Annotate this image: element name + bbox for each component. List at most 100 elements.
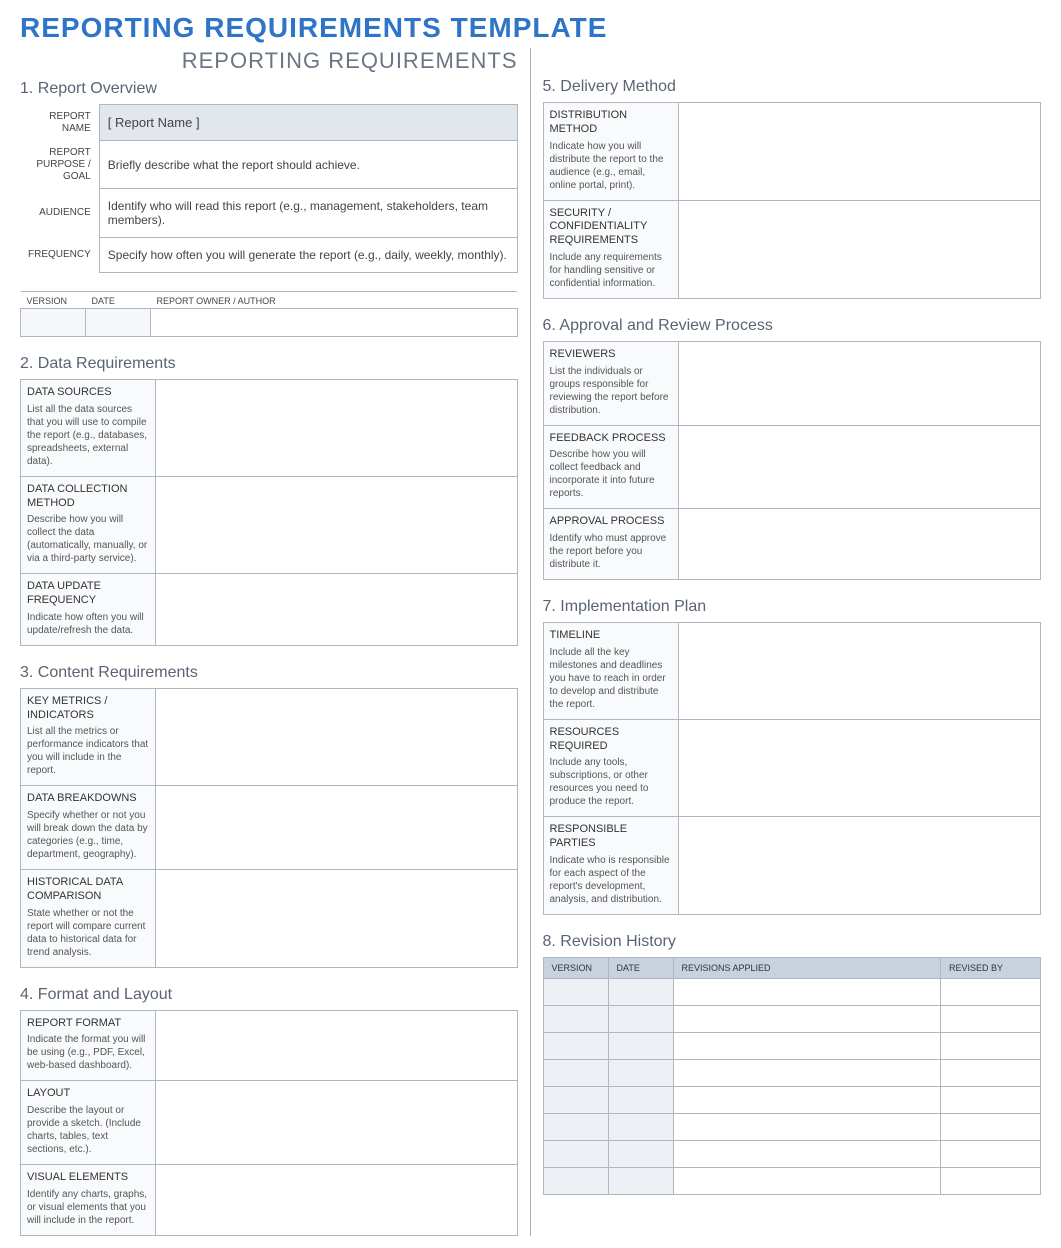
version-strip: VERSION DATE REPORT OWNER / AUTHOR (20, 291, 518, 337)
section-1-title: 1. Report Overview (20, 80, 518, 98)
rev-body (543, 978, 1041, 1194)
content-requirements-table: KEY METRICS / INDICATORSList all the met… (20, 688, 518, 968)
data-requirements-table: DATA SOURCESList all the data sources th… (20, 379, 518, 646)
rev-cell[interactable] (941, 1005, 1041, 1032)
rev-cell[interactable] (673, 1113, 941, 1140)
section-desc-cell: RESOURCES REQUIREDInclude any tools, sub… (543, 719, 678, 817)
rev-cell[interactable] (941, 1167, 1041, 1194)
version-cell[interactable] (21, 309, 86, 337)
input-cell[interactable] (156, 1010, 518, 1081)
input-cell[interactable] (678, 103, 1041, 201)
sub-heading: REPORTING REQUIREMENTS (20, 48, 518, 74)
rev-cell[interactable] (608, 978, 673, 1005)
rev-cell[interactable] (543, 1167, 608, 1194)
rev-cell[interactable] (608, 1032, 673, 1059)
field-description: Describe how you will collect feedback a… (550, 448, 672, 500)
rev-header: REVISIONS APPLIED (673, 957, 941, 978)
input-cell[interactable] (156, 1081, 518, 1165)
section-desc-cell: KEY METRICS / INDICATORSList all the met… (21, 688, 156, 786)
section-desc-cell: REVIEWERS List the individuals or groups … (543, 341, 678, 425)
overview-label: FREQUENCY (20, 238, 99, 273)
rev-cell[interactable] (941, 1086, 1041, 1113)
field-description: List the individuals or groups responsib… (550, 365, 672, 417)
input-cell[interactable] (678, 719, 1041, 817)
rev-cell[interactable] (673, 978, 941, 1005)
rev-cell[interactable] (673, 1005, 941, 1032)
rev-cell[interactable] (608, 1113, 673, 1140)
field-heading: REVIEWERS (550, 348, 672, 362)
input-cell[interactable] (156, 476, 518, 574)
section-desc-cell: REPORT FORMATIndicate the format you wil… (21, 1010, 156, 1081)
input-cell[interactable] (156, 870, 518, 968)
input-cell[interactable] (156, 688, 518, 786)
rev-cell[interactable] (941, 1140, 1041, 1167)
strip-header: DATE (86, 292, 151, 309)
rev-cell[interactable] (941, 1113, 1041, 1140)
field-description: Include all the key milestones and deadl… (550, 646, 672, 711)
rev-cell[interactable] (673, 1059, 941, 1086)
rev-cell[interactable] (543, 1032, 608, 1059)
field-heading: REPORT FORMAT (27, 1017, 149, 1031)
rev-cell[interactable] (608, 1167, 673, 1194)
rev-cell[interactable] (543, 1086, 608, 1113)
input-cell[interactable] (678, 817, 1041, 915)
date-cell[interactable] (86, 309, 151, 337)
input-cell[interactable] (678, 341, 1041, 425)
section-7-title: 7. Implementation Plan (543, 598, 1042, 616)
rev-cell[interactable] (941, 1059, 1041, 1086)
field-heading: LAYOUT (27, 1087, 149, 1101)
section-8-title: 8. Revision History (543, 933, 1042, 951)
rev-cell[interactable] (543, 1059, 608, 1086)
input-cell[interactable] (156, 786, 518, 870)
rev-cell[interactable] (608, 1140, 673, 1167)
field-description: State whether or not the report will com… (27, 907, 149, 959)
rev-cell[interactable] (608, 1086, 673, 1113)
audience-field[interactable]: Identify who will read this report (e.g.… (99, 189, 517, 238)
owner-cell[interactable] (151, 309, 518, 337)
field-heading: RESOURCES REQUIRED (550, 726, 672, 754)
frequency-field[interactable]: Specify how often you will generate the … (99, 238, 517, 273)
section-desc-cell: SECURITY / CONFIDENTIALITY REQUIREMENTSI… (543, 200, 678, 298)
input-cell[interactable] (678, 509, 1041, 580)
field-description: Include any requirements for handling se… (550, 251, 672, 290)
rev-cell[interactable] (941, 1032, 1041, 1059)
input-cell[interactable] (156, 1165, 518, 1236)
rev-header: DATE (608, 957, 673, 978)
input-cell[interactable] (678, 425, 1041, 509)
approval-review-table: REVIEWERS List the individuals or groups … (543, 341, 1042, 580)
input-cell[interactable] (156, 380, 518, 477)
input-cell[interactable] (156, 574, 518, 646)
section-desc-cell: LAYOUTDescribe the layout or provide a s… (21, 1081, 156, 1165)
report-name-field[interactable]: [ Report Name ] (99, 105, 517, 141)
field-description: Indicate how often you will update/refre… (27, 611, 149, 637)
section-desc-cell: DATA UPDATE FREQUENCYIndicate how often … (21, 574, 156, 646)
rev-cell[interactable] (608, 1059, 673, 1086)
input-cell[interactable] (678, 623, 1041, 720)
section-desc-cell: DATA COLLECTION METHODDescribe how you w… (21, 476, 156, 574)
rev-header: REVISED BY (941, 957, 1041, 978)
field-description: Describe how you will collect the data (… (27, 513, 149, 565)
report-purpose-field[interactable]: Briefly describe what the report should … (99, 141, 517, 189)
rev-cell[interactable] (543, 1005, 608, 1032)
implementation-plan-table: TIMELINE Include all the key milestones a… (543, 622, 1042, 915)
right-column: 5. Delivery Method DISTRIBUTION METHODIn… (531, 48, 1042, 1236)
rev-cell[interactable] (673, 1086, 941, 1113)
field-description: Identify any charts, graphs, or visual e… (27, 1188, 149, 1227)
field-heading: TIMELINE (550, 629, 672, 643)
rev-cell[interactable] (543, 1113, 608, 1140)
input-cell[interactable] (678, 200, 1041, 298)
rev-cell[interactable] (673, 1167, 941, 1194)
section-desc-cell: VISUAL ELEMENTSIdentify any charts, grap… (21, 1165, 156, 1236)
field-description: Indicate who is responsible for each asp… (550, 854, 672, 906)
delivery-method-table: DISTRIBUTION METHODIndicate how you will… (543, 102, 1042, 299)
section-3-title: 3. Content Requirements (20, 664, 518, 682)
field-heading: DISTRIBUTION METHOD (550, 109, 672, 137)
rev-cell[interactable] (543, 978, 608, 1005)
rev-cell[interactable] (543, 1140, 608, 1167)
section-desc-cell: HISTORICAL DATA COMPARISONState whether … (21, 870, 156, 968)
rev-cell[interactable] (673, 1140, 941, 1167)
rev-cell[interactable] (941, 978, 1041, 1005)
rev-cell[interactable] (673, 1032, 941, 1059)
section-desc-cell: DISTRIBUTION METHODIndicate how you will… (543, 103, 678, 201)
rev-cell[interactable] (608, 1005, 673, 1032)
